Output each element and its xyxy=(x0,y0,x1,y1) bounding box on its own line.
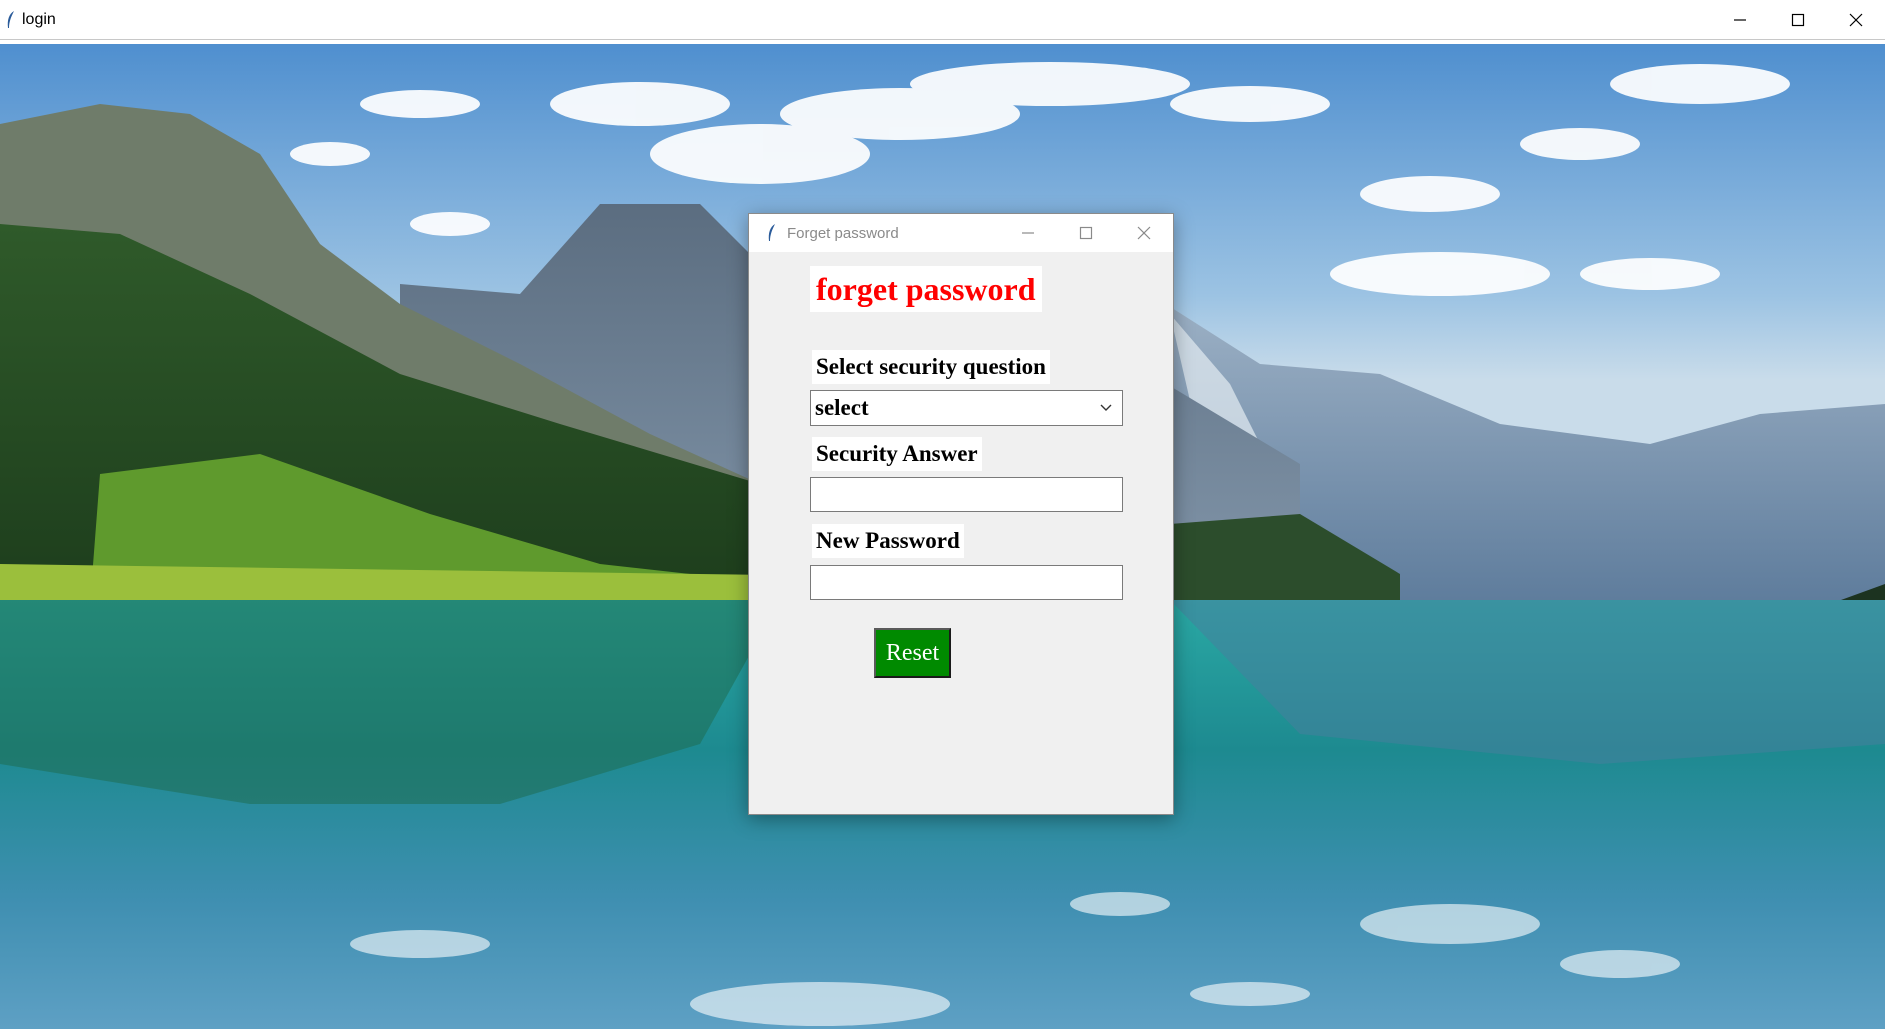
security-question-selected: select xyxy=(815,395,869,420)
dialog-controls xyxy=(999,214,1173,252)
chevron-down-icon xyxy=(1096,391,1116,425)
reset-button[interactable]: Reset xyxy=(874,628,951,678)
maximize-icon[interactable] xyxy=(1057,214,1115,252)
security-answer-label: Security Answer xyxy=(812,437,982,471)
close-icon[interactable] xyxy=(1827,0,1885,40)
main-window-title: login xyxy=(22,10,56,28)
close-icon[interactable] xyxy=(1115,214,1173,252)
security-question-label: Select security question xyxy=(812,350,1050,384)
minimize-icon[interactable] xyxy=(1711,0,1769,40)
new-password-input[interactable] xyxy=(810,565,1123,600)
security-answer-input[interactable] xyxy=(810,477,1123,512)
main-window-controls xyxy=(1711,0,1885,40)
new-password-label: New Password xyxy=(812,524,964,558)
minimize-icon[interactable] xyxy=(999,214,1057,252)
dialog-title: Forget password xyxy=(787,224,899,242)
page-title: forget password xyxy=(810,266,1042,312)
maximize-icon[interactable] xyxy=(1769,0,1827,40)
security-question-select[interactable]: select xyxy=(810,390,1123,426)
feather-icon xyxy=(0,0,22,40)
forget-password-dialog: Forget password forget password Select s… xyxy=(748,213,1174,815)
feather-icon xyxy=(757,214,787,252)
dialog-titlebar: Forget password xyxy=(749,214,1173,252)
main-window-titlebar: login xyxy=(0,0,1885,40)
